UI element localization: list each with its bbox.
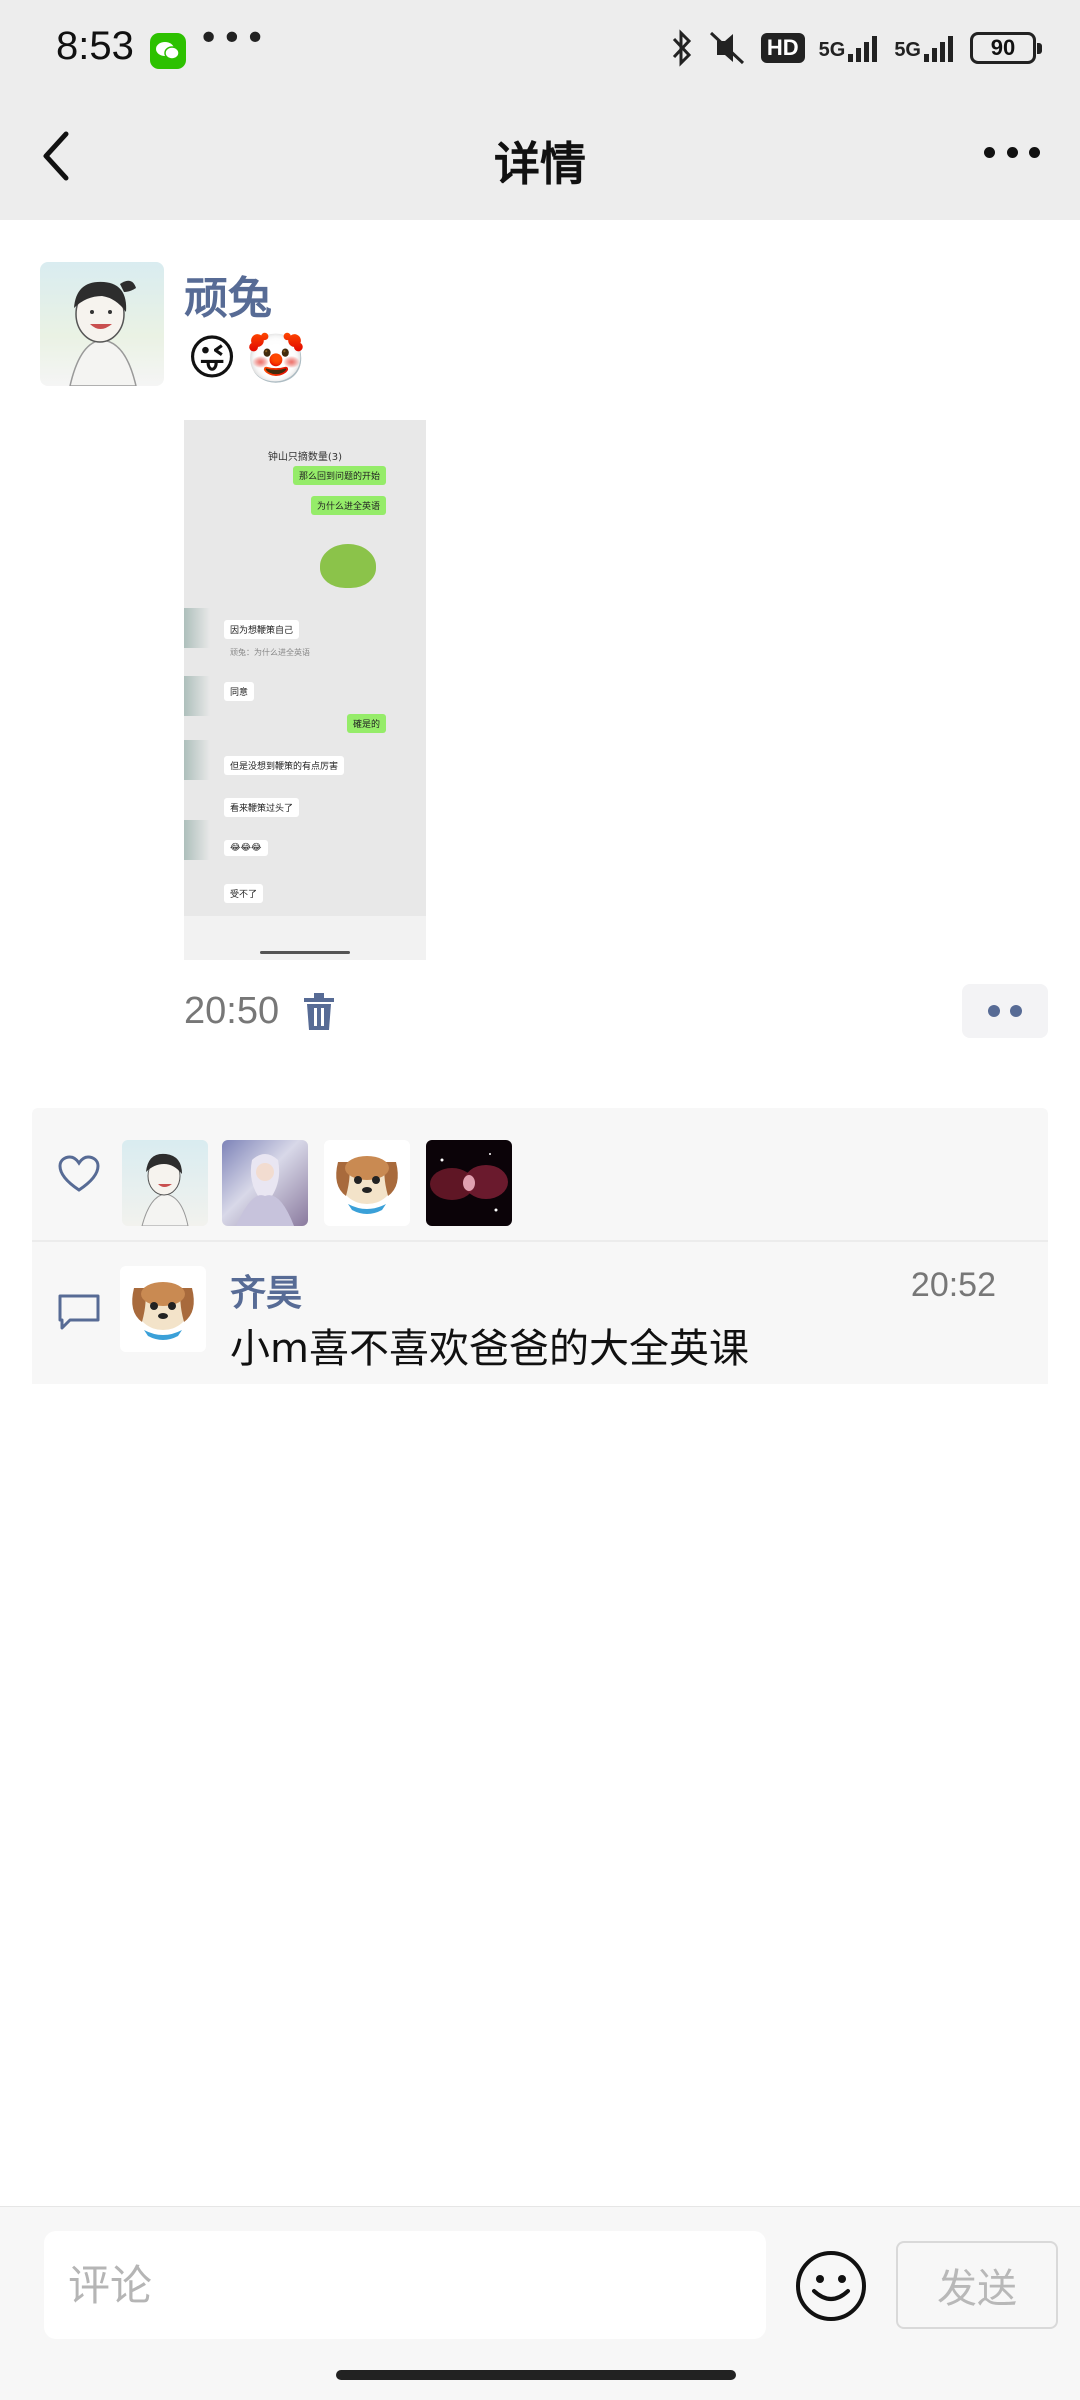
smile-icon[interactable] — [794, 2249, 868, 2323]
blurred-avatar — [184, 608, 210, 648]
comment-input[interactable] — [44, 2231, 766, 2339]
trash-icon[interactable] — [302, 992, 336, 1032]
image-message: 那么回到问题的开始 — [292, 466, 386, 485]
home-indicator[interactable] — [336, 2370, 736, 2380]
image-quote: 顽兔：为什么进全英语 — [230, 648, 310, 657]
emoji-clown: 🤡 — [246, 330, 306, 387]
image-message: 受不了 — [224, 884, 264, 903]
signal-icon — [924, 36, 953, 62]
post-author-name[interactable]: 顽兔 — [184, 262, 272, 326]
like-avatar-anime[interactable] — [222, 1140, 308, 1226]
comments-section: 齐昊 20:52 小m喜不喜欢爸爸的大全英课 — [32, 1242, 1048, 1384]
status-time: 8:53 — [56, 24, 134, 68]
post-image[interactable]: 钟山只摘数量(3) 那么回到问题的开始 为什么进全英语 因为想鞭策自己 顽兔：为… — [184, 420, 426, 960]
comment-timestamp: 20:52 — [910, 1266, 996, 1304]
image-message: 確是的 — [346, 714, 386, 733]
image-home-indicator — [260, 951, 350, 954]
send-button[interactable]: 发送 — [896, 2241, 1058, 2329]
image-message: 因为想鞭策自己 — [224, 620, 300, 639]
post-timestamp: 20:50 — [184, 990, 280, 1032]
comment-text[interactable]: 小m喜不喜欢爸爸的大全英课 — [230, 1316, 749, 1374]
network-5g-label: 5G — [818, 39, 846, 61]
like-avatar-dog[interactable] — [324, 1140, 410, 1226]
signal-2: 5G — [894, 34, 956, 62]
image-message: 但是没想到鞭策的有点厉害 — [224, 756, 345, 775]
status-bar: 8:53 ••• HD 5G 5G 90 — [0, 0, 1080, 96]
heart-icon — [58, 1155, 100, 1192]
bluetooth-icon — [672, 29, 691, 67]
signal-1: 5G — [819, 34, 881, 62]
mute-icon — [709, 31, 744, 65]
header: 详情 — [0, 96, 1080, 220]
like-avatar-nebula[interactable] — [426, 1140, 512, 1226]
signal-icon — [848, 36, 878, 62]
comment-author-name[interactable]: 齐昊 — [230, 1264, 302, 1316]
wechat-icon — [150, 33, 186, 69]
image-chat-title: 钟山只摘数量(3) — [267, 452, 343, 463]
likes-section — [32, 1108, 1048, 1240]
post-action-button[interactable] — [962, 984, 1048, 1038]
image-message: 😂😂😂 — [224, 840, 268, 856]
emoji-zany: 😜 — [186, 330, 238, 386]
comment-icon — [58, 1294, 100, 1330]
post-text: 😜 🤡 — [184, 330, 306, 387]
network-5g-label: 5G — [894, 39, 921, 61]
battery-icon: 90 — [970, 32, 1042, 64]
status-more-indicator: ••• — [198, 18, 268, 59]
blurred-avatar — [184, 740, 210, 780]
hd-badge: HD — [760, 33, 805, 63]
blurred-avatar — [184, 676, 210, 716]
page-title: 详情 — [494, 137, 586, 191]
image-message: 同意 — [224, 682, 255, 701]
status-right-icons: HD 5G 5G 90 — [671, 24, 1042, 72]
more-icon[interactable] — [984, 142, 1040, 162]
like-avatar-girl[interactable] — [122, 1140, 208, 1226]
comment-author-avatar[interactable] — [120, 1266, 206, 1352]
frog-sticker — [320, 544, 376, 588]
image-message: 为什么进全英语 — [310, 496, 386, 515]
image-message: 看来鞭策过头了 — [224, 798, 300, 817]
post-author-avatar[interactable] — [40, 262, 164, 386]
blurred-avatar — [184, 820, 210, 860]
